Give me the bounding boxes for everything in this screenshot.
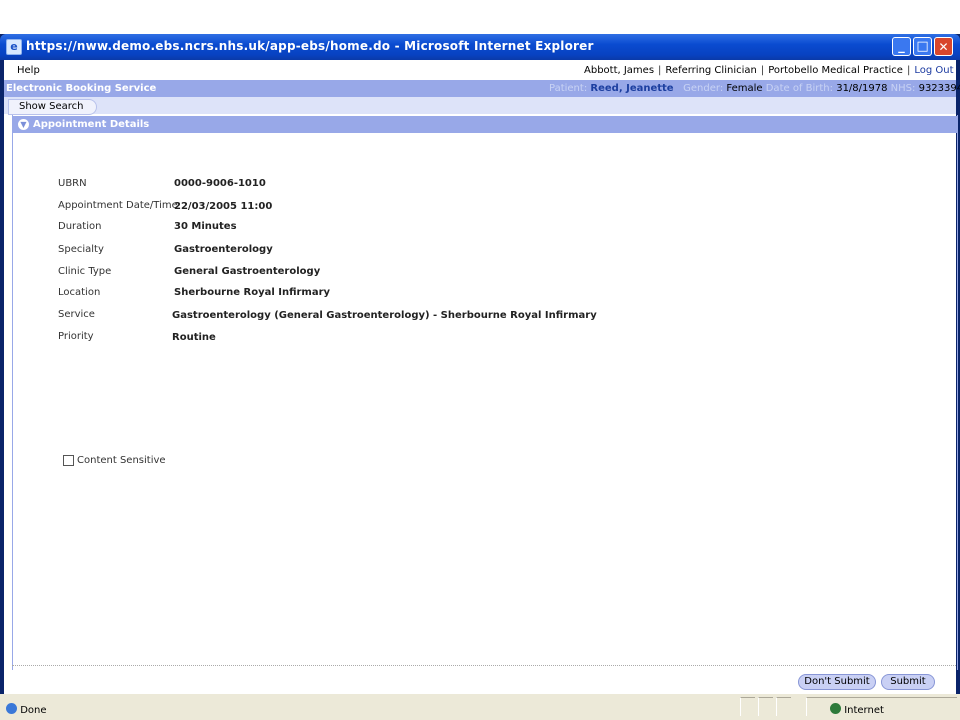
field-value: 22/03/2005 11:00	[174, 201, 273, 212]
user-info: Abbott, James | Referring Clinician | Portob…	[584, 65, 954, 76]
zone-text: Internet	[844, 705, 884, 716]
panel-header[interactable]: ▼ Appointment Details	[13, 116, 957, 133]
content-sensitive-checkbox[interactable]	[63, 455, 74, 466]
status-done: Done	[6, 703, 47, 716]
status-pane	[740, 697, 755, 716]
submit-button[interactable]: Submit	[881, 674, 935, 690]
status-text: Done	[20, 705, 47, 716]
user-name: Abbott, James	[584, 65, 655, 76]
field-label: Appointment Date/Time	[58, 200, 178, 211]
gender-label: Gender:	[683, 83, 724, 94]
title-bar[interactable]: e https://nww.demo.ebs.ncrs.nhs.uk/app-e…	[0, 34, 960, 60]
nhs-label: NHS:	[890, 83, 916, 94]
collapse-arrow-icon[interactable]: ▼	[18, 119, 29, 130]
zone-indicator: Internet	[830, 703, 884, 716]
help-link[interactable]: Help	[17, 65, 40, 76]
field-value: Gastroenterology	[174, 244, 273, 255]
field-value: Gastroenterology (General Gastroenterolo…	[172, 310, 597, 321]
footer-divider	[12, 665, 956, 666]
logout-link[interactable]: Log Out	[914, 65, 953, 76]
gender-value: Female	[726, 83, 763, 94]
dob-value: 31/8/1978	[836, 83, 888, 94]
field-label: Priority	[58, 331, 94, 342]
field-value: Routine	[172, 332, 216, 343]
field-label: Location	[58, 287, 101, 298]
field-value: General Gastroenterology	[174, 266, 321, 277]
content-sensitive-option[interactable]: Content Sensitive	[63, 455, 166, 467]
minimize-button[interactable]: _	[892, 37, 911, 56]
service-bar: Electronic Booking Service Patient: Reed…	[4, 80, 960, 97]
ie-page-icon: e	[6, 39, 22, 55]
field-label: UBRN	[58, 178, 87, 189]
dont-submit-button[interactable]: Don't Submit	[798, 674, 876, 690]
patient-label: Patient:	[549, 83, 588, 94]
field-label: Specialty	[58, 244, 104, 255]
service-name: Electronic Booking Service	[6, 83, 157, 94]
ie-done-icon	[6, 703, 17, 714]
panel-title: Appointment Details	[33, 119, 150, 130]
user-role: Referring Clinician	[665, 65, 757, 76]
close-button[interactable]: ✕	[934, 37, 953, 56]
globe-icon	[830, 703, 841, 714]
field-value: Sherbourne Royal Infirmary	[174, 287, 331, 298]
field-value: 0000-9006-1010	[174, 178, 266, 189]
patient-banner: Patient: Reed, Jeanette Gender: Female D…	[549, 83, 960, 94]
field-value: 30 Minutes	[174, 221, 237, 232]
show-search-tab[interactable]: Show Search	[8, 99, 97, 115]
window-title: https://nww.demo.ebs.ncrs.nhs.uk/app-ebs…	[26, 39, 594, 53]
top-menu-bar: Help Abbott, James | Referring Clinician | P…	[4, 60, 956, 80]
field-label: Service	[58, 309, 95, 320]
page-content: Help Abbott, James | Referring Clinician | P…	[4, 60, 960, 694]
patient-name: Reed, Jeanette	[590, 83, 674, 94]
status-bar: Done Internet	[0, 694, 960, 720]
search-row: Show Search	[4, 97, 956, 115]
user-organisation: Portobello Medical Practice	[768, 65, 903, 76]
field-label: Clinic Type	[58, 266, 112, 277]
appointment-details-panel: ▼ Appointment Details UBRN 0000-9006-101…	[12, 115, 958, 670]
browser-window: e https://nww.demo.ebs.ncrs.nhs.uk/app-e…	[0, 34, 960, 720]
content-sensitive-label: Content Sensitive	[77, 455, 166, 466]
nhs-number: 9323394777	[918, 83, 960, 94]
maximize-button[interactable]: □	[913, 37, 932, 56]
dob-label: Date of Birth:	[765, 83, 834, 94]
field-label: Duration	[58, 221, 102, 232]
status-pane	[776, 697, 791, 716]
status-pane	[758, 697, 773, 716]
